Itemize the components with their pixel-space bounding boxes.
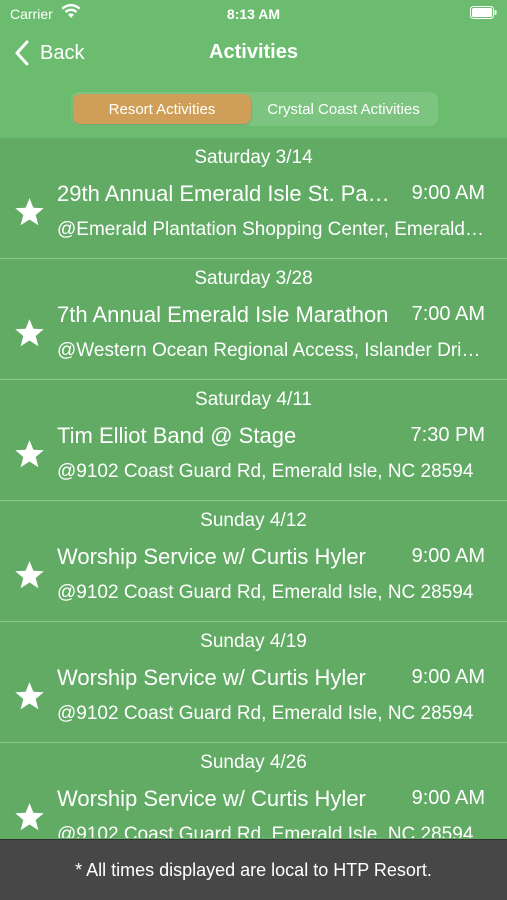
event-row[interactable]: Tim Elliot Band @ Stage 7:30 PM @9102 Co… (0, 416, 507, 500)
page-title: Activities (209, 41, 298, 63)
day-section: Saturday 3/14 29th Annual Emerald Isle S… (0, 138, 507, 259)
star-icon[interactable] (14, 560, 45, 590)
event-time: 7:30 PM (410, 424, 485, 446)
star-icon[interactable] (14, 802, 45, 832)
day-section: Sunday 4/12 Worship Service w/ Curtis Hy… (0, 501, 507, 622)
footer-note-text: * All times displayed are local to HTP R… (75, 859, 432, 880)
day-header: Sunday 4/26 (200, 752, 307, 773)
event-row[interactable]: Worship Service w/ Curtis Hyler 9:00 AM … (0, 537, 507, 621)
event-title: Worship Service w/ Curtis Hyler (57, 786, 366, 811)
day-header: Sunday 4/12 (200, 510, 307, 531)
event-title: Worship Service w/ Curtis Hyler (57, 544, 366, 569)
segment-resort-activities[interactable]: Resort Activities (73, 94, 251, 124)
status-bar: Carrier 8:13 AM (0, 0, 507, 28)
star-icon[interactable] (14, 197, 45, 227)
segment-crystal-coast-activities[interactable]: Crystal Coast Activities (251, 94, 436, 124)
event-time: 7:00 AM (411, 303, 485, 325)
star-icon[interactable] (14, 439, 45, 469)
activities-segmented-control: Resort Activities Crystal Coast Activiti… (71, 92, 438, 126)
day-header: Saturday 4/11 (195, 389, 312, 410)
star-icon[interactable] (14, 681, 45, 711)
activities-list: Saturday 3/14 29th Annual Emerald Isle S… (0, 138, 507, 838)
header: Carrier 8:13 AM Back Activities Resort A… (0, 0, 507, 138)
event-title: Worship Service w/ Curtis Hyler (57, 665, 366, 690)
day-section: Saturday 3/28 7th Annual Emerald Isle Ma… (0, 259, 507, 380)
status-time: 8:13 AM (226, 6, 281, 22)
battery-icon (470, 6, 497, 19)
day-section: Saturday 4/11 Tim Elliot Band @ Stage 7:… (0, 380, 507, 501)
event-title: 7th Annual Emerald Isle Marathon (57, 302, 389, 327)
day-section: Sunday 4/26 Worship Service w/ Curtis Hy… (0, 743, 507, 838)
event-location: @9102 Coast Guard Rd, Emerald Isle, NC 2… (57, 461, 474, 482)
star-icon[interactable] (14, 318, 45, 348)
event-row[interactable]: Worship Service w/ Curtis Hyler 9:00 AM … (0, 779, 507, 838)
event-row[interactable]: Worship Service w/ Curtis Hyler 9:00 AM … (0, 658, 507, 742)
day-header: Saturday 3/28 (194, 268, 313, 289)
event-time: 9:00 AM (411, 787, 485, 809)
event-location: @Emerald Plantation Shopping Center, Eme… (57, 219, 489, 240)
navigation-bar: Back Activities (0, 28, 507, 78)
day-section: Sunday 4/19 Worship Service w/ Curtis Hy… (0, 622, 507, 743)
event-location: @9102 Coast Guard Rd, Emerald Isle, NC 2… (57, 824, 474, 838)
event-title: 29th Annual Emerald Isle St. Patrick's D… (57, 181, 392, 206)
footer-timezone-note: * All times displayed are local to HTP R… (0, 839, 507, 900)
event-time: 9:00 AM (411, 666, 485, 688)
event-title: Tim Elliot Band @ Stage (57, 423, 297, 448)
day-header: Saturday 3/14 (194, 147, 313, 168)
event-time: 9:00 AM (411, 182, 485, 204)
day-header: Sunday 4/19 (200, 631, 307, 652)
event-location: @9102 Coast Guard Rd, Emerald Isle, NC 2… (57, 703, 474, 724)
event-location: @9102 Coast Guard Rd, Emerald Isle, NC 2… (57, 582, 474, 603)
event-row[interactable]: 29th Annual Emerald Isle St. Patrick's D… (0, 174, 507, 258)
activities-screen: Carrier 8:13 AM Back Activities Resort A… (0, 0, 507, 900)
event-row[interactable]: 7th Annual Emerald Isle Marathon 7:00 AM… (0, 295, 507, 379)
event-location: @Western Ocean Regional Access, Islander… (57, 340, 489, 361)
event-time: 9:00 AM (411, 545, 485, 567)
